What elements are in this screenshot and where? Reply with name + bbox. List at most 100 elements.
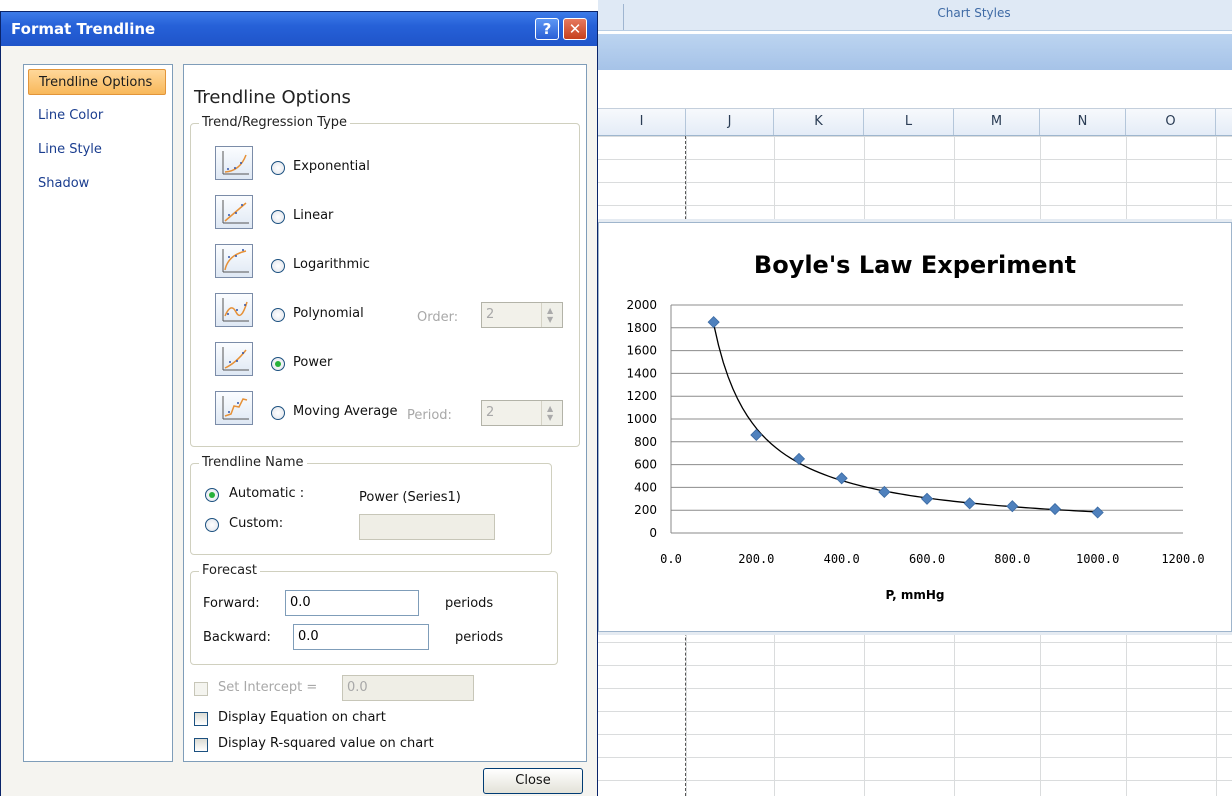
regression-type-label: Trend/Regression Type [199, 115, 351, 130]
display-equation-label[interactable]: Display Equation on chart [218, 710, 386, 725]
forecast-group: Forecast Forward: 0.0 periods Backward: … [190, 563, 558, 665]
nav-item-line-color[interactable]: Line Color [28, 103, 166, 129]
linear-label[interactable]: Linear [293, 208, 333, 223]
polynomial-trend-icon [215, 293, 253, 327]
forward-input[interactable]: 0.0 [285, 590, 419, 616]
data-point[interactable] [707, 316, 720, 329]
data-point[interactable] [792, 452, 806, 465]
y-tick-label: 800 [634, 435, 657, 449]
column-header-i[interactable]: I [598, 109, 686, 135]
set-intercept-input[interactable]: 0.0 [342, 675, 474, 701]
order-spinner[interactable]: 2 ▲ ▼ [481, 302, 563, 328]
backward-label: Backward: [203, 630, 271, 645]
x-tick-label: 400.0 [824, 552, 860, 566]
moving-average-radio[interactable] [271, 406, 285, 420]
formula-bar[interactable] [598, 78, 1232, 109]
y-tick-label: 600 [634, 458, 657, 472]
y-tick-label: 1200 [626, 389, 657, 403]
set-intercept-label[interactable]: Set Intercept = [218, 680, 317, 695]
dialog-body: Trendline Options Line Color Line Style … [1, 46, 597, 796]
column-header-m[interactable]: M [954, 109, 1040, 135]
dialog-titlebar[interactable]: Format Trendline ? ✕ [1, 12, 597, 46]
chart-styles-group-label: Chart Styles [937, 6, 1011, 20]
display-rsquared-checkbox[interactable] [194, 738, 208, 752]
y-tick-label: 1000 [626, 412, 657, 426]
data-point[interactable] [878, 485, 891, 499]
forecast-label: Forecast [199, 563, 261, 578]
moving-average-label[interactable]: Moving Average [293, 404, 397, 419]
spin-up-icon: ▲ [547, 306, 554, 315]
nav-item-shadow[interactable]: Shadow [28, 171, 166, 197]
options-pane: Trendline Options Trend/Regression Type … [183, 64, 587, 762]
spin-up-icon: ▲ [547, 404, 554, 413]
automatic-name-value: Power (Series1) [359, 490, 461, 505]
regression-type-group: Trend/Regression Type Exponential Linear… [190, 115, 580, 447]
logarithmic-radio[interactable] [271, 259, 285, 273]
data-point[interactable] [750, 428, 763, 442]
linear-radio[interactable] [271, 210, 285, 224]
close-button[interactable]: Close [483, 768, 583, 794]
order-spin-buttons[interactable]: ▲ ▼ [541, 303, 562, 327]
data-point[interactable] [1091, 506, 1104, 519]
period-spinner[interactable]: 2 ▲ ▼ [481, 400, 563, 426]
power-label[interactable]: Power [293, 355, 332, 370]
exponential-trend-icon [215, 146, 253, 180]
column-header-l[interactable]: L [864, 109, 954, 135]
x-tick-label: 1000.0 [1076, 552, 1119, 566]
custom-radio[interactable] [205, 518, 219, 532]
ribbon-group-strip: Chart Styles [598, 0, 1232, 31]
exponential-label[interactable]: Exponential [293, 159, 370, 174]
data-point[interactable] [1048, 502, 1062, 516]
y-tick-label: 2000 [626, 298, 657, 312]
x-tick-label: 600.0 [909, 552, 945, 566]
power-radio[interactable] [271, 357, 285, 371]
spin-down-icon: ▼ [547, 413, 554, 422]
polynomial-label[interactable]: Polynomial [293, 306, 364, 321]
close-icon[interactable]: ✕ [563, 18, 587, 40]
automatic-label[interactable]: Automatic : [229, 486, 304, 501]
forward-label: Forward: [203, 596, 260, 611]
display-equation-checkbox[interactable] [194, 712, 208, 726]
nav-item-line-style[interactable]: Line Style [28, 137, 166, 163]
polynomial-radio[interactable] [271, 308, 285, 322]
ribbon-tab-bar [598, 34, 1232, 70]
chart-title[interactable]: Boyle's Law Experiment [754, 251, 1076, 279]
backward-input[interactable]: 0.0 [293, 624, 429, 650]
exponential-radio[interactable] [271, 161, 285, 175]
trendline-name-group: Trendline Name Automatic : Power (Series… [190, 455, 552, 555]
automatic-radio[interactable] [205, 488, 219, 502]
column-header-j[interactable]: J [686, 109, 774, 135]
custom-label[interactable]: Custom: [229, 516, 283, 531]
nav-item-trendline-options[interactable]: Trendline Options [28, 69, 166, 95]
x-tick-label: 0.0 [660, 552, 682, 566]
logarithmic-trend-icon [215, 244, 253, 278]
ribbon: Chart Styles [598, 0, 1232, 78]
dialog-title: Format Trendline [11, 20, 156, 38]
category-list: Trendline Options Line Color Line Style … [23, 64, 173, 762]
y-tick-label: 1600 [626, 344, 657, 358]
help-icon[interactable]: ? [535, 18, 559, 40]
display-rsquared-label[interactable]: Display R-squared value on chart [218, 736, 434, 751]
y-tick-label: 200 [634, 503, 657, 517]
column-header-n[interactable]: N [1040, 109, 1126, 135]
custom-name-input[interactable] [359, 514, 495, 540]
column-header-k[interactable]: K [774, 109, 864, 135]
data-point[interactable] [920, 492, 934, 505]
linear-trend-icon [215, 195, 253, 229]
scatter-chart[interactable]: Boyle's Law Experiment 0 200 400 600 800 1000… [599, 223, 1231, 631]
x-axis-title[interactable]: P, mmHg [886, 588, 945, 602]
power-trendline[interactable] [713, 324, 1098, 513]
column-headers: I J K L M N O [598, 109, 1232, 136]
data-point[interactable] [963, 497, 976, 510]
column-header-o[interactable]: O [1126, 109, 1216, 135]
set-intercept-checkbox[interactable] [194, 682, 208, 696]
x-tick-label: 800.0 [994, 552, 1030, 566]
y-tick-label: 1400 [626, 366, 657, 380]
logarithmic-label[interactable]: Logarithmic [293, 257, 370, 272]
period-spin-buttons[interactable]: ▲ ▼ [541, 401, 562, 425]
format-trendline-dialog: Format Trendline ? ✕ Trendline Options L… [0, 11, 598, 796]
forward-periods-label: periods [445, 596, 494, 611]
chart-area[interactable]: Boyle's Law Experiment 0 200 400 600 800 1000… [598, 222, 1232, 632]
y-tick-label: 1800 [626, 321, 657, 335]
order-value: 2 [486, 307, 495, 322]
